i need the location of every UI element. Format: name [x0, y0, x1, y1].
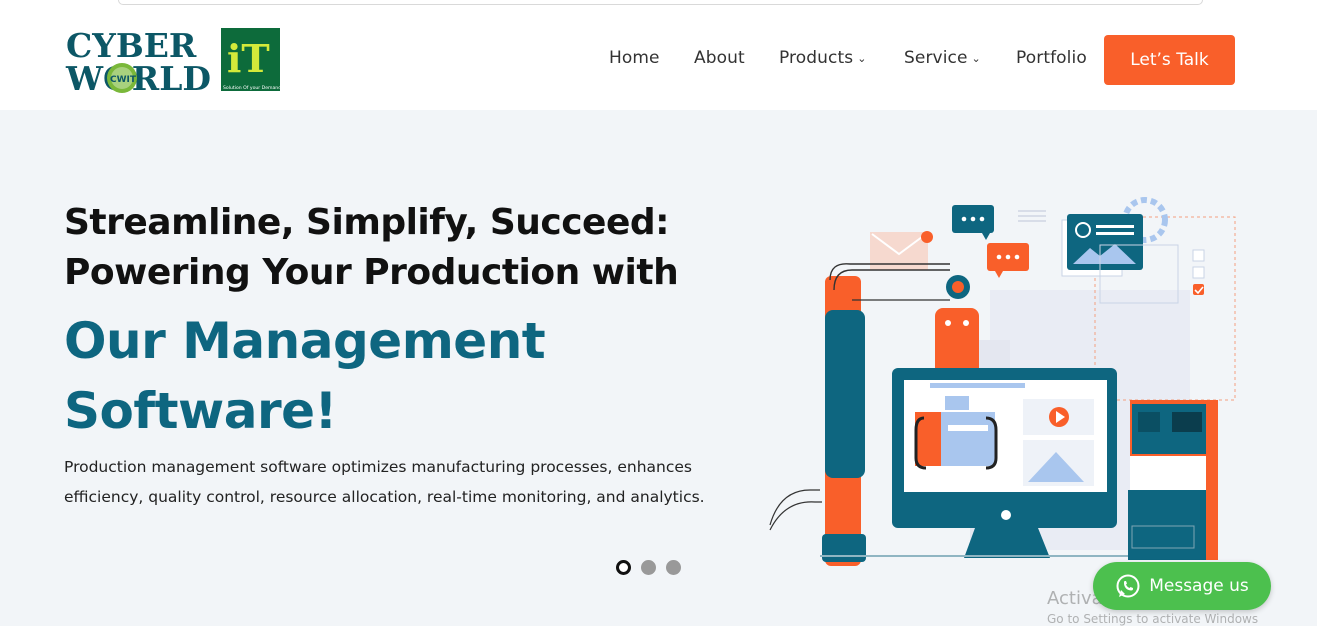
hero-title-line2: Powering Your Production with — [64, 252, 679, 293]
hero-highlight: Our Management Software! — [64, 306, 704, 446]
main-nav: Home About Products ⌄ Service ⌄ Portfolio … — [0, 8, 1317, 110]
hero-section: Streamline, Simplify, Succeed: Powering … — [0, 110, 1317, 620]
chevron-down-icon: ⌄ — [971, 51, 981, 65]
hero-highlight-line1: Our Management — [64, 312, 546, 370]
lets-talk-button[interactable]: Let’s Talk — [1104, 35, 1235, 85]
slide-dot-2[interactable] — [641, 560, 656, 575]
nav-portfolio[interactable]: Portfolio — [1016, 48, 1087, 68]
nav-service[interactable]: Service ⌄ — [904, 48, 981, 68]
chevron-down-icon: ⌄ — [857, 51, 867, 65]
windows-watermark-sub: Go to Settings to activate Windows — [1047, 612, 1259, 626]
hero-title-line1: Streamline, Simplify, Succeed: — [64, 202, 670, 243]
nav-about-label: About — [694, 48, 745, 68]
nav-service-label: Service — [904, 48, 968, 68]
site-header: CYBER WORLD CWIT iT Solution Of your Dem… — [0, 8, 1317, 110]
hero-description: Production management software optimizes… — [64, 452, 744, 512]
production-illustration — [769, 197, 1236, 566]
browser-top-strip — [0, 0, 1317, 8]
address-bar-edge — [118, 0, 1203, 5]
hero-description-line2: efficiency, quality control, resource al… — [64, 488, 705, 506]
whatsapp-label: Message us — [1149, 576, 1249, 596]
nav-about[interactable]: About — [694, 48, 745, 68]
whatsapp-icon — [1116, 574, 1140, 598]
nav-home-label: Home — [609, 48, 660, 68]
nav-home[interactable]: Home — [609, 48, 660, 68]
whatsapp-chat-button[interactable]: Message us — [1093, 562, 1271, 610]
slider-pagination — [616, 560, 681, 575]
nav-products-label: Products — [779, 48, 854, 68]
slide-dot-1[interactable] — [616, 560, 631, 575]
hero-title: Streamline, Simplify, Succeed: Powering … — [64, 198, 704, 298]
hero-description-line1: Production management software optimizes… — [64, 458, 692, 476]
nav-products[interactable]: Products ⌄ — [779, 48, 867, 68]
slide-dot-3[interactable] — [666, 560, 681, 575]
nav-portfolio-label: Portfolio — [1016, 48, 1087, 68]
hero-highlight-line2: Software! — [64, 382, 337, 440]
